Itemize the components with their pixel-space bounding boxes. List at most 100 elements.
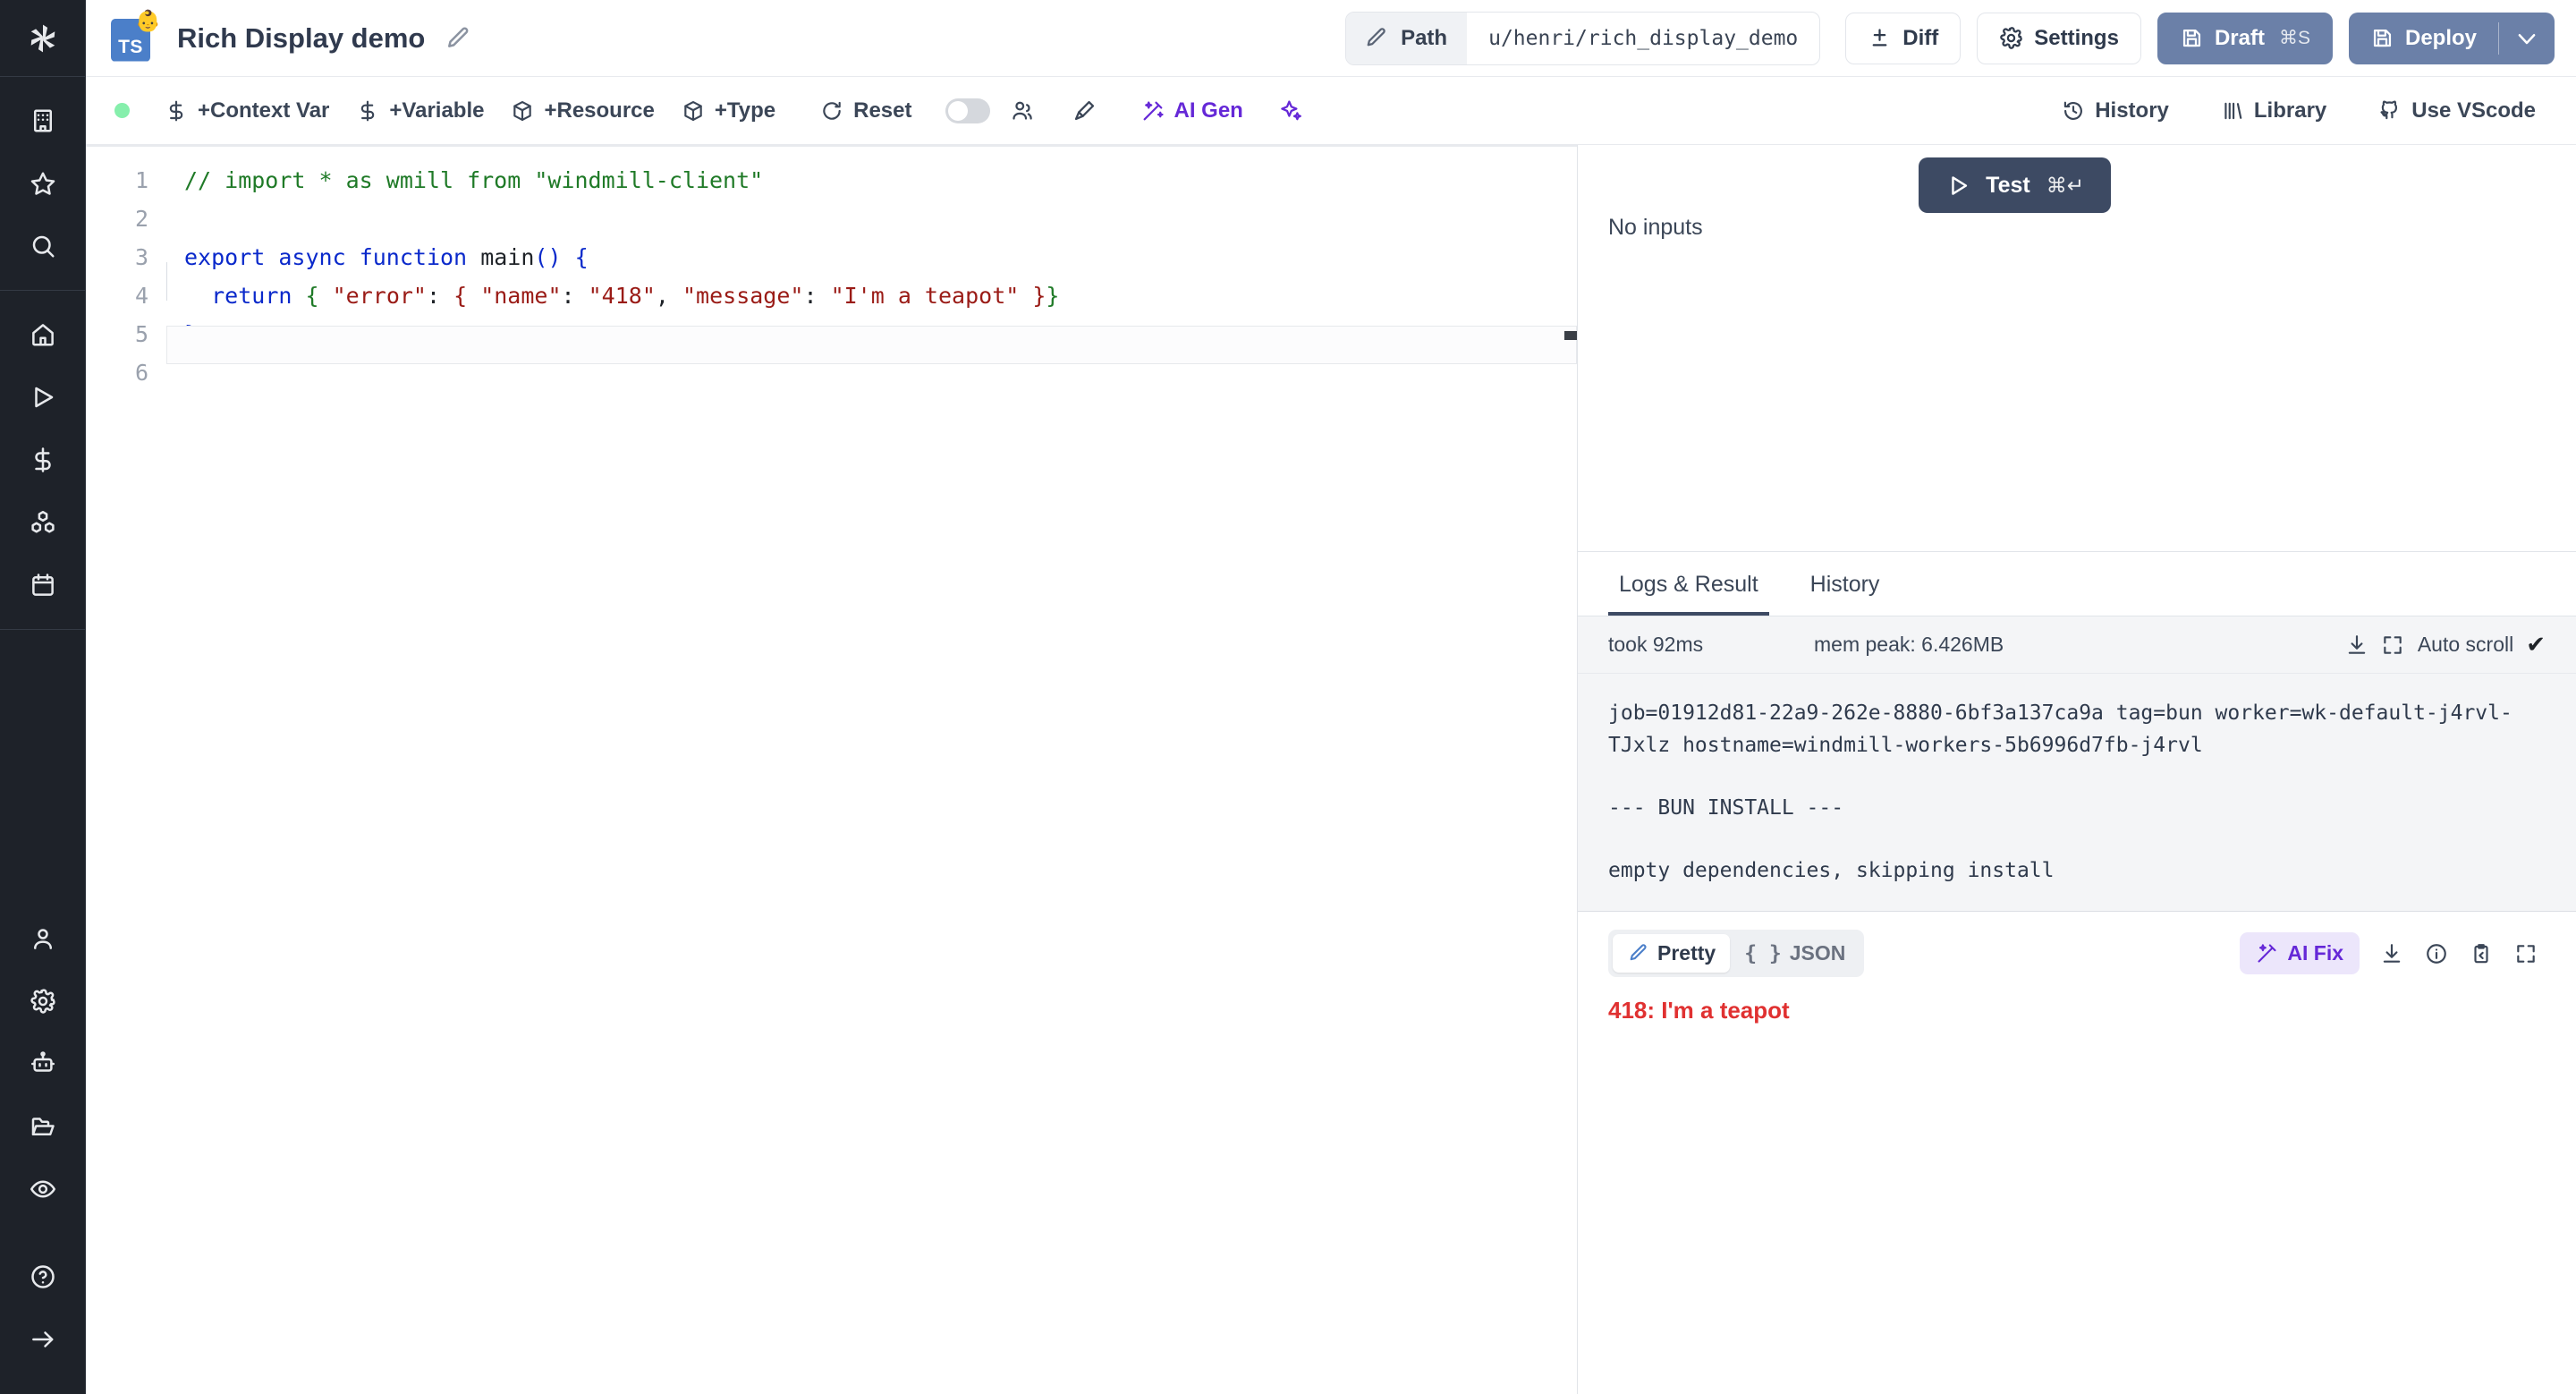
result-view-pretty[interactable]: Pretty <box>1613 934 1730 973</box>
tab-logs-and-result[interactable]: Logs & Result <box>1608 572 1769 616</box>
log-line: job=01912d81-22a9-262e-8880-6bf3a137ca9a… <box>1608 697 2546 761</box>
ai-gen-button[interactable]: AI Gen <box>1128 91 1257 131</box>
code-content[interactable]: // import * as wmill from "windmill-clie… <box>166 147 1577 1394</box>
collaboration-toggle[interactable] <box>945 98 990 123</box>
reset-button[interactable]: Reset <box>807 91 925 131</box>
json-braces-icon: { } <box>1744 942 1782 965</box>
main-column: TS 👶 Rich Display demo Path u/henri/rich… <box>86 0 2576 1394</box>
add-variable-label: +Variable <box>389 98 484 123</box>
settings-gear-icon <box>1999 26 2023 50</box>
download-result-button[interactable] <box>2372 934 2411 973</box>
sidebar-item-resources[interactable] <box>18 497 68 548</box>
log-line: empty dependencies, skipping install <box>1608 854 2546 887</box>
result-info-button[interactable] <box>2417 934 2456 973</box>
sidebar-item-folders[interactable] <box>18 1101 68 1152</box>
save-disk-icon <box>2180 26 2204 50</box>
sidebar-item-home[interactable] <box>18 310 68 360</box>
settings-button[interactable]: Settings <box>1977 13 2141 64</box>
test-button[interactable]: Test ⌘↵ <box>1919 157 2111 213</box>
path-input-value[interactable]: u/henri/rich_display_demo <box>1467 27 1819 50</box>
pencil-icon <box>445 25 471 52</box>
sidebar-item-help[interactable] <box>18 1252 68 1302</box>
expand-logs-button[interactable] <box>2375 627 2411 663</box>
code-area[interactable]: 1 2 3 4 5 6 // import * as wmill from "w… <box>86 147 1577 1394</box>
line-number: 2 <box>86 200 148 238</box>
result-tabs: Logs & Result History <box>1578 552 2576 616</box>
line-number: 6 <box>86 353 148 392</box>
collaborators-button[interactable] <box>1001 89 1044 132</box>
test-shortcut: ⌘↵ <box>2046 174 2084 198</box>
indent-guide <box>166 262 167 301</box>
sidebar-item-settings[interactable] <box>18 976 68 1026</box>
sidebar-item-audit-logs[interactable] <box>18 1164 68 1214</box>
edit-title-button[interactable] <box>445 25 471 52</box>
header-actions: Diff Settings Draft ⌘S <box>1845 13 2555 64</box>
chevron-down-icon <box>2513 25 2540 52</box>
vscode-cat-icon <box>2378 99 2402 123</box>
code-line-6 <box>184 353 1577 392</box>
search-icon <box>30 233 56 259</box>
use-vscode-button[interactable]: Use VScode <box>2365 91 2549 131</box>
fullscreen-result-button[interactable] <box>2506 934 2546 973</box>
add-context-var-button[interactable]: +Context Var <box>151 91 343 131</box>
play-icon <box>1945 173 1971 199</box>
workspace-building-icon <box>30 107 56 134</box>
sidebar-item-user[interactable] <box>18 914 68 964</box>
log-line: --- BUN INSTALL --- <box>1608 792 2546 824</box>
format-code-button[interactable] <box>1063 89 1106 132</box>
download-logs-button[interactable] <box>2339 627 2375 663</box>
rail-group-top <box>0 77 85 291</box>
favorites-star-icon <box>30 170 56 197</box>
diff-icon <box>1868 26 1892 50</box>
variables-dollar-icon <box>30 446 56 473</box>
line-number: 1 <box>86 161 148 200</box>
ai-fix-button[interactable]: AI Fix <box>2240 932 2360 974</box>
code-line-5: } <box>184 315 1577 353</box>
add-type-button[interactable]: +Type <box>668 91 789 131</box>
add-resource-button[interactable]: +Resource <box>497 91 667 131</box>
paint-brush-icon <box>1072 98 1097 123</box>
save-disk-icon <box>2370 26 2394 50</box>
copy-result-button[interactable] <box>2462 934 2501 973</box>
script-path-field[interactable]: Path u/henri/rich_display_demo <box>1345 12 1820 65</box>
box-icon <box>682 99 705 123</box>
windmill-logo[interactable] <box>0 0 85 77</box>
path-label: Path <box>1401 26 1447 51</box>
run-duration: took 92ms <box>1608 633 1814 657</box>
draft-button[interactable]: Draft ⌘S <box>2157 13 2333 64</box>
deploy-dropdown-button[interactable] <box>2499 13 2555 64</box>
logs-output[interactable]: job=01912d81-22a9-262e-8880-6bf3a137ca9a… <box>1578 674 2576 911</box>
sidebar-item-favorites[interactable] <box>18 158 68 208</box>
sidebar-item-runs[interactable] <box>18 372 68 422</box>
auto-scroll-label[interactable]: Auto scroll <box>2418 633 2513 657</box>
diff-label: Diff <box>1902 26 1938 51</box>
auto-scroll-checkmark: ✔ <box>2526 631 2546 659</box>
result-view-json[interactable]: { } JSON <box>1730 934 1860 973</box>
audit-logs-eye-icon <box>30 1176 56 1203</box>
path-label-group: Path <box>1346 13 1467 64</box>
sidebar-item-variables[interactable] <box>18 435 68 485</box>
ai-sparkles-button[interactable] <box>1269 89 1312 132</box>
sidebar-expand-button[interactable] <box>18 1314 68 1364</box>
history-button[interactable]: History <box>2048 91 2182 131</box>
sidebar-item-workers[interactable] <box>18 1039 68 1089</box>
dollar-icon <box>165 99 188 123</box>
add-context-var-label: +Context Var <box>198 98 329 123</box>
deploy-button[interactable]: Deploy <box>2349 13 2498 64</box>
expand-sidebar-arrow-icon <box>30 1326 56 1353</box>
code-line-4: return { "error": { "name": "418", "mess… <box>184 276 1577 315</box>
tab-history[interactable]: History <box>1800 572 1891 616</box>
library-button[interactable]: Library <box>2207 91 2340 131</box>
diff-button[interactable]: Diff <box>1845 13 1961 64</box>
ai-fix-label: AI Fix <box>2287 941 2343 965</box>
add-variable-button[interactable]: +Variable <box>343 91 497 131</box>
user-icon <box>30 925 56 952</box>
add-resource-label: +Resource <box>544 98 654 123</box>
ai-gen-label: AI Gen <box>1174 98 1243 123</box>
sidebar-item-schedules[interactable] <box>18 560 68 610</box>
draft-label: Draft <box>2215 26 2265 51</box>
sidebar-item-search[interactable] <box>18 221 68 271</box>
horizontal-scrollbar[interactable] <box>1564 331 1577 340</box>
sidebar-item-workspace[interactable] <box>18 96 68 146</box>
info-circle-icon <box>2425 942 2448 965</box>
